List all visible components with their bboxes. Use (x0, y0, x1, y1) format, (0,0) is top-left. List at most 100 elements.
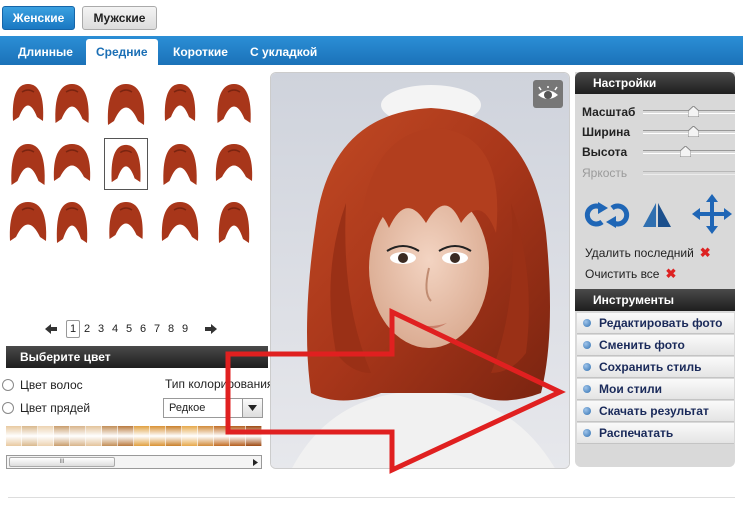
hair-color-label: Цвет волос (20, 378, 83, 392)
tab-styled[interactable]: С укладкой (240, 39, 327, 65)
color-swatch[interactable] (214, 426, 230, 446)
hair-color-radio[interactable] (2, 379, 14, 391)
flip-button[interactable] (640, 200, 674, 230)
strands-color-label: Цвет прядей (20, 401, 91, 415)
flip-icon (643, 203, 671, 227)
color-swatch[interactable] (166, 426, 182, 446)
bullet-icon (583, 429, 591, 437)
clear-all-label: Очистить все (585, 267, 660, 281)
chevron-down-icon[interactable] (242, 399, 262, 417)
hairstyle-thumb[interactable] (6, 138, 50, 190)
color-swatch[interactable] (182, 426, 198, 446)
hairstyle-thumb[interactable] (158, 78, 202, 130)
clear-all-button[interactable]: Очистить все ✖ (585, 266, 676, 282)
color-swatch[interactable] (54, 426, 70, 446)
prev-page-icon[interactable] (42, 324, 60, 334)
hairstyle-thumb[interactable] (212, 138, 256, 190)
tool-label: Редактировать фото (599, 316, 723, 330)
tool-download-result[interactable]: Скачать результат (577, 401, 734, 422)
brightness-slider (643, 171, 735, 175)
tool-my-styles[interactable]: Мои стили (577, 379, 734, 400)
male-button[interactable]: Мужские (82, 6, 157, 30)
swatch-scrollbar[interactable]: III (6, 455, 262, 469)
color-swatch[interactable] (86, 426, 102, 446)
hairstyle-thumb[interactable] (158, 138, 202, 190)
bullet-icon (583, 385, 591, 393)
category-tabs: Длинные Средние Короткие С укладкой (0, 36, 743, 65)
color-swatch[interactable] (246, 426, 262, 446)
bullet-icon (583, 319, 591, 327)
hairstyle-thumb[interactable] (158, 196, 202, 248)
color-swatch[interactable] (150, 426, 166, 446)
hairstyle-thumb[interactable] (104, 196, 148, 248)
rotate-icon (584, 202, 630, 228)
coloring-type-value: Редкое (169, 402, 206, 414)
width-slider-knob[interactable] (687, 125, 700, 138)
page-7[interactable]: 7 (150, 323, 164, 335)
tab-long[interactable]: Длинные (8, 39, 83, 65)
pagination: 1 2 3 4 5 6 7 8 9 (42, 320, 220, 338)
preview-toggle-button[interactable] (533, 80, 563, 108)
tool-save-style[interactable]: Сохранить стиль (577, 357, 734, 378)
hairstyle-thumb[interactable] (6, 78, 50, 130)
page-2[interactable]: 2 (80, 323, 94, 335)
bullet-icon (583, 341, 591, 349)
color-swatch[interactable] (102, 426, 118, 446)
move-button[interactable] (690, 192, 734, 236)
height-slider-knob[interactable] (679, 145, 692, 158)
color-panel-title: Выберите цвет (6, 346, 268, 368)
hairstyle-thumb[interactable] (50, 196, 94, 248)
move-arrows-icon (692, 194, 732, 234)
page-1[interactable]: 1 (66, 320, 80, 338)
page-6[interactable]: 6 (136, 323, 150, 335)
color-swatch[interactable] (118, 426, 134, 446)
tool-label: Распечатать (599, 426, 674, 440)
scrollbar-thumb[interactable]: III (9, 457, 115, 467)
hairstyle-thumb[interactable] (212, 78, 256, 130)
tool-label: Сменить фото (599, 338, 685, 352)
next-page-icon[interactable] (202, 324, 220, 334)
color-swatch[interactable] (134, 426, 150, 446)
page-3[interactable]: 3 (94, 323, 108, 335)
page-8[interactable]: 8 (164, 323, 178, 335)
hairstyle-thumb[interactable] (50, 78, 94, 130)
hairstyle-thumb[interactable] (50, 138, 94, 190)
photo-preview[interactable] (270, 72, 570, 469)
page-5[interactable]: 5 (122, 323, 136, 335)
rotate-buttons[interactable] (582, 200, 632, 230)
tool-label: Скачать результат (599, 404, 709, 418)
coloring-type-label: Тип колорирования (165, 377, 274, 391)
tool-print[interactable]: Распечатать (577, 423, 734, 444)
hairstyle-thumb[interactable] (6, 196, 50, 248)
footer-divider (8, 497, 735, 498)
scroll-right-icon[interactable] (250, 457, 260, 467)
color-swatch[interactable] (198, 426, 214, 446)
strands-color-radio[interactable] (2, 402, 14, 414)
scale-slider-knob[interactable] (687, 105, 700, 118)
tool-label: Мои стили (599, 382, 662, 396)
page-4[interactable]: 4 (108, 323, 122, 335)
brightness-label: Яркость (582, 166, 628, 180)
hairstyle-thumb[interactable] (104, 78, 148, 130)
color-swatch[interactable] (6, 426, 22, 446)
tool-edit-photo[interactable]: Редактировать фото (577, 313, 734, 334)
tab-short[interactable]: Короткие (163, 39, 238, 65)
tab-medium[interactable]: Средние (86, 39, 158, 65)
color-swatch[interactable] (22, 426, 38, 446)
coloring-type-select[interactable]: Редкое (163, 398, 263, 418)
portrait-image (271, 73, 569, 468)
color-swatch[interactable] (230, 426, 246, 446)
scale-label: Масштаб (582, 105, 636, 119)
hairstyle-thumb[interactable] (104, 138, 148, 190)
settings-title: Настройки (575, 72, 735, 94)
color-swatches (6, 426, 262, 446)
delete-last-button[interactable]: Удалить последний ✖ (585, 245, 711, 261)
clear-icon: ✖ (665, 266, 677, 281)
color-swatch[interactable] (38, 426, 54, 446)
color-swatch[interactable] (70, 426, 86, 446)
female-button[interactable]: Женские (2, 6, 75, 30)
height-label: Высота (582, 145, 628, 159)
page-9[interactable]: 9 (178, 323, 192, 335)
tool-change-photo[interactable]: Сменить фото (577, 335, 734, 356)
hairstyle-thumb[interactable] (212, 196, 256, 248)
